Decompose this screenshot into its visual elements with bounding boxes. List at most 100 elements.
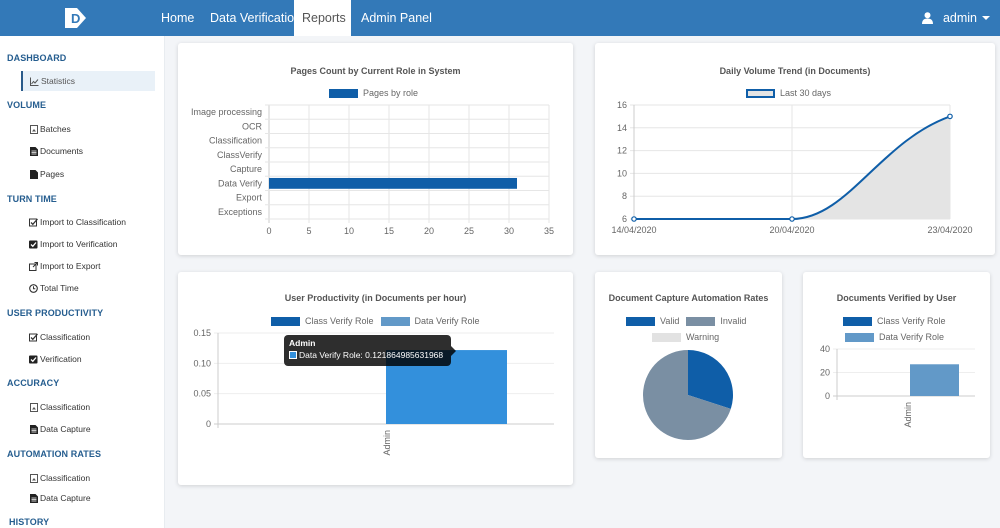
card-user-productivity: User Productivity (in Documents per hour… <box>178 272 573 485</box>
sidebar-item-label: Classification <box>40 402 91 412</box>
tooltip-label: Data Verify Role: 0.121864985631968 <box>299 350 444 360</box>
sidebar-item-productivity-classification[interactable]: Classification <box>29 329 90 345</box>
sidebar-item-label: Data Capture <box>40 493 91 503</box>
file-icon <box>29 169 38 179</box>
section-history[interactable]: HISTORY <box>9 517 49 527</box>
external-link-icon <box>29 261 38 271</box>
user-menu[interactable]: admin <box>921 0 990 36</box>
y-tick-label: ClassVerify <box>217 150 263 160</box>
top-navbar: D Home Data Verification Reports Admin P… <box>0 0 1000 36</box>
daily-volume-chart: 6 8 10 12 14 16 14/04/2020 20/04/2020 23/04/2020 <box>611 100 972 235</box>
tooltip-swatch <box>289 351 297 359</box>
x-tick-label: 15 <box>384 226 394 236</box>
y-tick-label: Data Verify <box>218 178 263 188</box>
sidebar-item-label: Import to Verification <box>40 239 118 249</box>
x-tick-label: Admin <box>382 430 392 456</box>
sidebar-item-automation-classification[interactable]: Classification <box>29 470 90 486</box>
card-capture-automation: Document Capture Automation Rates Valid … <box>595 272 782 458</box>
card-docs-verified: Documents Verified by User Class Verify … <box>803 272 990 458</box>
sidebar-item-batches[interactable]: Batches <box>29 121 71 137</box>
x-tick-label: 25 <box>464 226 474 236</box>
nav-data-verification[interactable]: Data Verification <box>202 0 309 36</box>
bar <box>269 177 517 189</box>
file-image-icon <box>29 402 38 412</box>
file-text-icon <box>29 424 38 434</box>
file-text-icon <box>29 146 38 156</box>
nav-home[interactable]: Home <box>153 0 202 36</box>
sidebar-item-label: Batches <box>40 124 71 134</box>
sidebar-item-import-to-export[interactable]: Import to Export <box>29 258 100 274</box>
sidebar-item-accuracy-classification[interactable]: Classification <box>29 399 90 415</box>
section-volume: VOLUME <box>7 100 47 110</box>
sidebar-item-label: Pages <box>40 169 65 179</box>
x-tick-label: 20/04/2020 <box>769 225 814 235</box>
y-tick-label: 0 <box>825 391 830 401</box>
sidebar-item-label: Documents <box>40 146 83 156</box>
chevron-down-icon <box>982 16 990 20</box>
section-accuracy: ACCURACY <box>7 378 60 388</box>
x-tick-label: 14/04/2020 <box>611 225 656 235</box>
sidebar-item-label: Statistics <box>41 76 76 86</box>
y-tick-label: 0 <box>206 419 211 429</box>
sidebar-item-documents[interactable]: Documents <box>29 143 83 159</box>
section-automation-rates: AUTOMATION RATES <box>7 449 102 459</box>
user-icon <box>921 12 933 24</box>
sidebar-item-label: Verification <box>40 354 82 364</box>
x-tick-label: 23/04/2020 <box>927 225 972 235</box>
y-tick-label: 20 <box>820 368 830 378</box>
section-user-productivity: USER PRODUCTIVITY <box>7 308 104 318</box>
sidebar-item-pages[interactable]: Pages <box>29 166 64 182</box>
sidebar-item-import-to-classification[interactable]: Import to Classification <box>29 214 126 230</box>
y-tick-label: OCR <box>242 121 263 131</box>
y-tick-label: 0.10 <box>193 358 211 368</box>
y-tick-label: 10 <box>617 168 627 178</box>
pages-by-role-chart: 0 5 10 15 20 25 30 35 Image processing OCR Classif… <box>191 104 554 236</box>
card-pages-by-role: Pages Count by Current Role in System Pa… <box>178 43 573 255</box>
sidebar-item-label: Import to Classification <box>40 217 126 227</box>
nav-reports[interactable]: Reports <box>294 0 351 36</box>
file-image-icon <box>29 124 38 134</box>
check-square-outline-icon <box>29 333 38 342</box>
y-tick-label: Capture <box>230 164 262 174</box>
sidebar-item-label: Data Capture <box>40 424 91 434</box>
sidebar-item-label: Classification <box>40 473 91 483</box>
sidebar-item-label: Import to Export <box>40 261 101 271</box>
y-tick-label: Image processing <box>191 107 262 117</box>
capture-automation-pie <box>643 350 733 440</box>
section-dashboard: DASHBOARD <box>7 53 67 63</box>
sidebar-item-accuracy-data-capture[interactable]: Data Capture <box>29 421 91 437</box>
chart-tooltip: Admin Data Verify Role: 0.12186498563196… <box>284 335 456 366</box>
card-daily-volume: Daily Volume Trend (in Documents) Last 3… <box>595 43 995 255</box>
file-image-icon <box>29 473 38 483</box>
nav-admin-panel[interactable]: Admin Panel <box>353 0 440 36</box>
data-point <box>789 216 795 222</box>
file-text-icon <box>29 493 38 503</box>
x-tick-label: 10 <box>344 226 354 236</box>
data-point <box>631 216 637 222</box>
docs-verified-chart: 0 20 40 Admin <box>820 344 975 428</box>
sidebar-item-productivity-verification[interactable]: Verification <box>29 351 82 367</box>
y-tick-label: 0.05 <box>193 389 211 399</box>
clock-icon <box>29 283 38 293</box>
x-tick-label: 5 <box>306 226 311 236</box>
x-tick-label: 30 <box>504 226 514 236</box>
logo-icon[interactable]: D <box>62 5 88 31</box>
sidebar-item-total-time[interactable]: Total Time <box>29 280 79 296</box>
x-tick-label: 35 <box>544 226 554 236</box>
y-tick-label: 6 <box>622 214 627 224</box>
data-point <box>947 113 953 120</box>
sidebar-item-statistics[interactable]: Statistics <box>21 71 155 91</box>
sidebar-item-import-to-verification[interactable]: Import to Verification <box>29 236 117 252</box>
sidebar-item-automation-data-capture[interactable]: Data Capture <box>29 490 91 506</box>
y-tick-label: 14 <box>617 123 627 133</box>
check-square-icon <box>29 355 38 364</box>
bar-data-verify <box>910 364 959 396</box>
check-square-icon <box>29 240 38 249</box>
x-tick-label: Admin <box>903 402 913 428</box>
y-tick-label: 0.15 <box>193 328 211 338</box>
y-tick-label: Export <box>236 193 263 203</box>
line-chart-icon <box>30 77 39 86</box>
y-tick-label: Classification <box>209 136 262 146</box>
sidebar-item-label: Total Time <box>40 283 79 293</box>
logo-letter: D <box>71 11 80 26</box>
